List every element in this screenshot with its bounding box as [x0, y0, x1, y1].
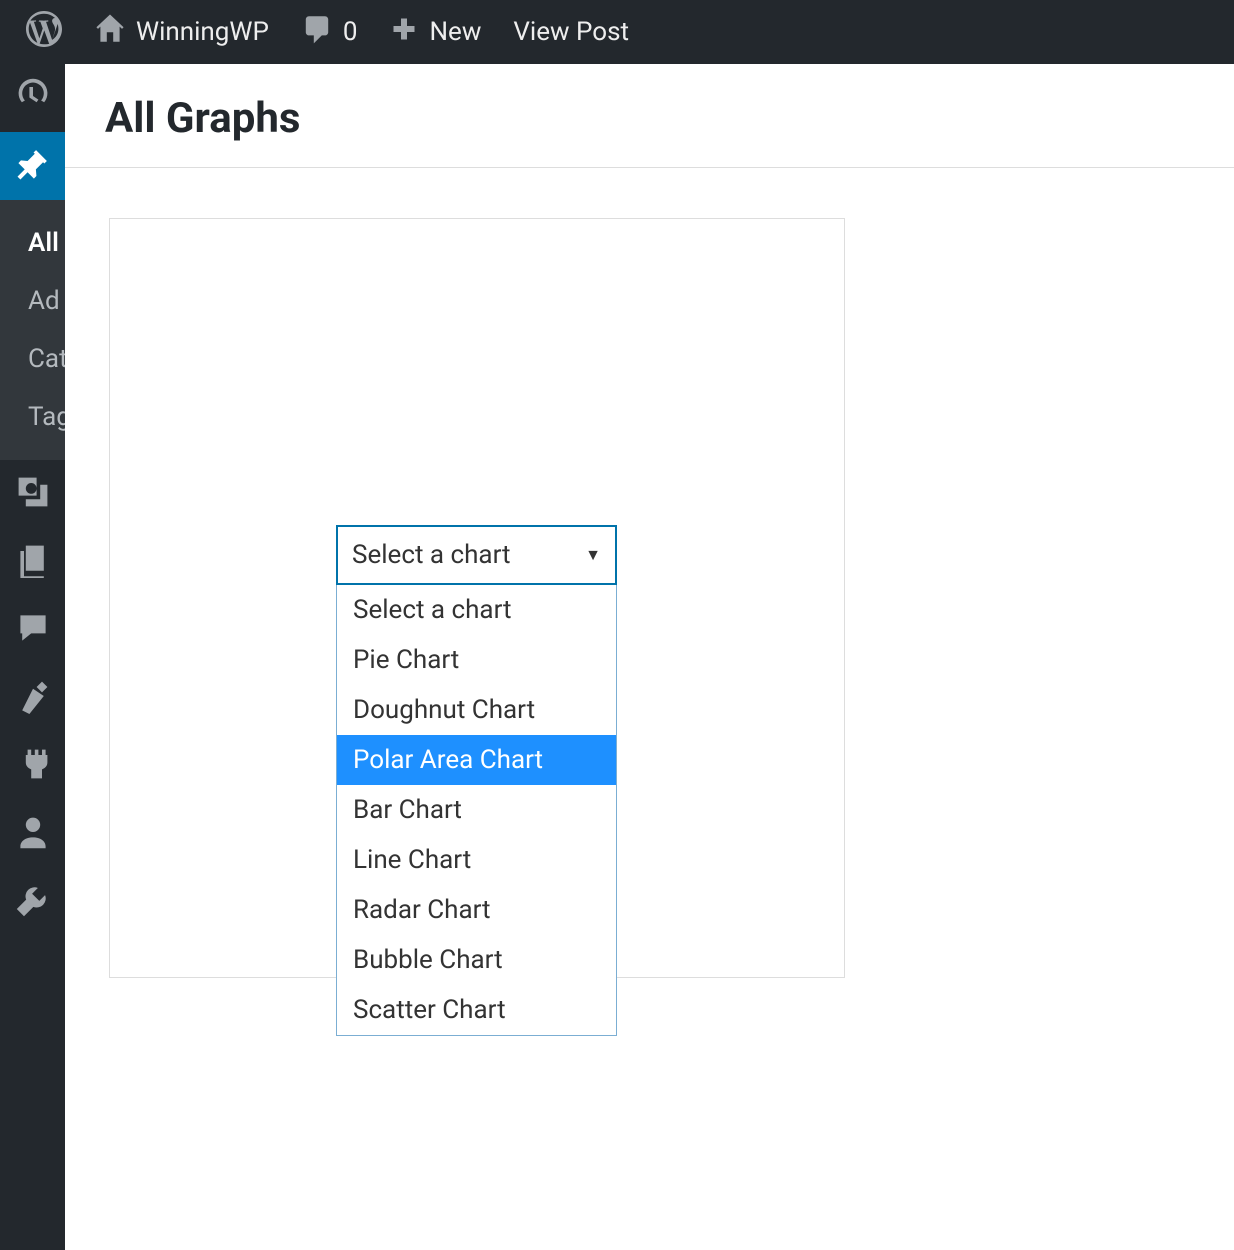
- view-post-link[interactable]: View Post: [497, 0, 645, 64]
- sidebar-plugins[interactable]: [0, 732, 65, 800]
- chart-option-select-a-chart[interactable]: Select a chart: [337, 585, 616, 635]
- sidebar-dashboard[interactable]: [0, 64, 65, 132]
- chart-option-pie[interactable]: Pie Chart: [337, 635, 616, 685]
- appearance-icon: [15, 678, 51, 718]
- wordpress-icon: [26, 11, 62, 54]
- divider: [65, 167, 1234, 168]
- comment-count-label: 0: [343, 17, 358, 47]
- chart-option-line[interactable]: Line Chart: [337, 835, 616, 885]
- admin-bar: WinningWP 0 New View Post: [0, 0, 1234, 64]
- pages-icon: [15, 542, 51, 582]
- chart-option-polar-area[interactable]: Polar Area Chart: [337, 735, 616, 785]
- chart-select-wrapper: Select a chart ▼ Select a chart Pie Char…: [336, 525, 617, 1036]
- home-icon: [94, 13, 126, 52]
- sidebar-posts[interactable]: [0, 132, 65, 200]
- comments-link[interactable]: 0: [285, 0, 374, 64]
- pin-icon: [15, 146, 51, 186]
- content-panel: Select a chart ▼ Select a chart Pie Char…: [109, 218, 845, 978]
- plugins-icon: [15, 746, 51, 786]
- main-content: All Graphs Select a chart ▼ Select a cha…: [65, 64, 1234, 1250]
- chart-select[interactable]: Select a chart ▼: [336, 525, 617, 585]
- plus-icon: [389, 14, 419, 51]
- site-name-link[interactable]: WinningWP: [78, 0, 285, 64]
- media-icon: [15, 474, 51, 514]
- view-post-label: View Post: [513, 17, 629, 47]
- comment-icon: [301, 13, 333, 52]
- submenu-item-categories[interactable]: Cat: [0, 330, 65, 388]
- new-label: New: [429, 17, 481, 47]
- comments-icon: [15, 610, 51, 650]
- wordpress-logo-button[interactable]: [10, 0, 78, 64]
- chart-option-scatter[interactable]: Scatter Chart: [337, 985, 616, 1035]
- submenu-item-all[interactable]: All: [0, 214, 65, 272]
- dashboard-icon: [15, 78, 51, 118]
- sidebar-users[interactable]: [0, 800, 65, 868]
- sidebar-pages[interactable]: [0, 528, 65, 596]
- submenu-item-add[interactable]: Ad: [0, 272, 65, 330]
- site-name-label: WinningWP: [136, 17, 269, 47]
- chart-option-bar[interactable]: Bar Chart: [337, 785, 616, 835]
- chart-select-value: Select a chart: [352, 540, 511, 570]
- chart-option-doughnut[interactable]: Doughnut Chart: [337, 685, 616, 735]
- chevron-down-icon: ▼: [585, 545, 601, 565]
- tools-icon: [15, 882, 51, 922]
- chart-select-dropdown: Select a chart Pie Chart Doughnut Chart …: [336, 585, 617, 1036]
- sidebar-media[interactable]: [0, 460, 65, 528]
- sidebar-appearance[interactable]: [0, 664, 65, 732]
- users-icon: [15, 814, 51, 854]
- admin-sidebar: All Ad Cat Tag: [0, 64, 65, 1250]
- chart-option-radar[interactable]: Radar Chart: [337, 885, 616, 935]
- submenu-item-tags[interactable]: Tag: [0, 388, 65, 446]
- sidebar-comments[interactable]: [0, 596, 65, 664]
- page-title: All Graphs: [65, 64, 1234, 167]
- sidebar-tools[interactable]: [0, 868, 65, 936]
- new-content-link[interactable]: New: [373, 0, 497, 64]
- sidebar-submenu: All Ad Cat Tag: [0, 200, 65, 460]
- chart-option-bubble[interactable]: Bubble Chart: [337, 935, 616, 985]
